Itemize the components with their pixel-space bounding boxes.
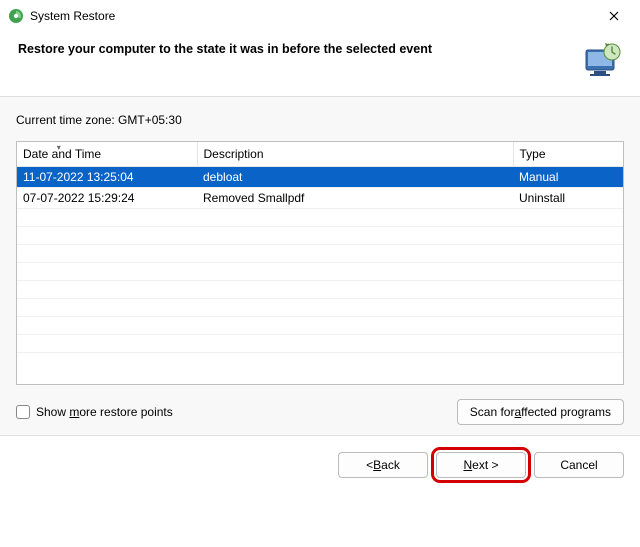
col-type[interactable]: Type [513, 142, 623, 167]
table-row [17, 209, 623, 227]
col-datetime[interactable]: Date and Time ▾ [17, 142, 197, 167]
table-row [17, 299, 623, 317]
cell-datetime: 11-07-2022 13:25:04 [17, 167, 197, 188]
cell-description: Removed Smallpdf [197, 188, 513, 209]
table-row [17, 263, 623, 281]
below-table-row: Show more restore points Scan for affect… [16, 399, 624, 425]
show-more-label: Show more restore points [36, 405, 173, 419]
table-header-row: Date and Time ▾ Description Type [17, 142, 623, 167]
table-row [17, 335, 623, 353]
next-button[interactable]: Next > [436, 452, 526, 478]
close-button[interactable] [592, 2, 636, 30]
content-area: Current time zone: GMT+05:30 Date and Ti… [0, 97, 640, 436]
table-row[interactable]: 07-07-2022 15:29:24 Removed Smallpdf Uni… [17, 188, 623, 209]
cell-type: Manual [513, 167, 623, 188]
cell-type: Uninstall [513, 188, 623, 209]
cell-datetime: 07-07-2022 15:29:24 [17, 188, 197, 209]
titlebar: System Restore [0, 0, 640, 32]
sort-indicator-icon: ▾ [57, 143, 61, 152]
checkbox-box-icon [16, 405, 30, 419]
col-description[interactable]: Description [197, 142, 513, 167]
restore-points-table: Date and Time ▾ Description Type 11-07-2… [16, 141, 624, 385]
timezone-label: Current time zone: GMT+05:30 [16, 113, 624, 127]
col-datetime-label: Date and Time [23, 147, 101, 161]
cell-description: debloat [197, 167, 513, 188]
scan-affected-button[interactable]: Scan for affected programs [457, 399, 624, 425]
table-row [17, 317, 623, 335]
table-row [17, 245, 623, 263]
table-row [17, 281, 623, 299]
page-heading: Restore your computer to the state it wa… [18, 40, 568, 56]
show-more-checkbox[interactable]: Show more restore points [16, 405, 173, 419]
table-row [17, 227, 623, 245]
wizard-footer: < Back Next > Cancel [0, 436, 640, 478]
system-restore-icon [8, 8, 24, 24]
window-title: System Restore [30, 9, 592, 23]
wizard-header: Restore your computer to the state it wa… [0, 32, 640, 97]
table-row[interactable]: 11-07-2022 13:25:04 debloat Manual [17, 167, 623, 188]
back-button[interactable]: < Back [338, 452, 428, 478]
cancel-button[interactable]: Cancel [534, 452, 624, 478]
restore-monitor-icon [580, 40, 624, 82]
